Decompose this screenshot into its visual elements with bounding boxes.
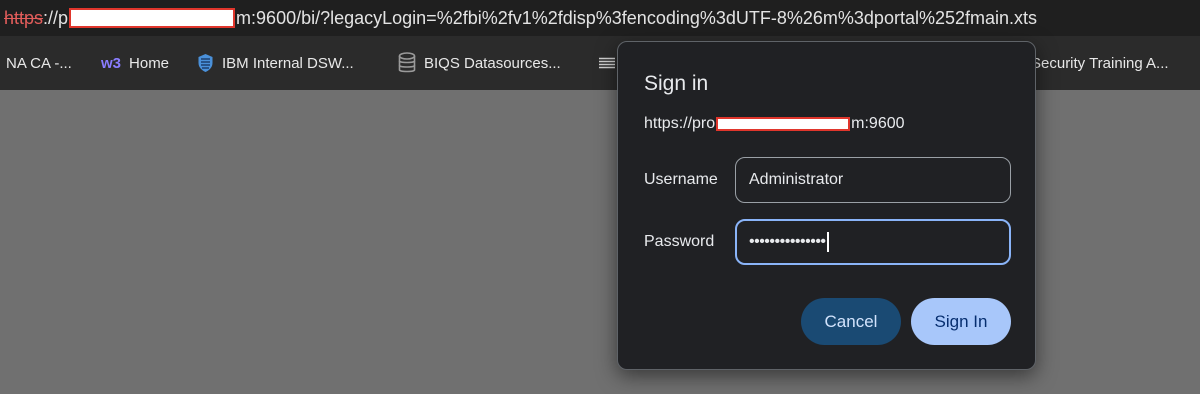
- bookmark-na-ca[interactable]: NA CA -...: [6, 36, 72, 90]
- bookmark-ibm-icon[interactable]: [598, 36, 616, 90]
- redaction-box: [716, 117, 851, 131]
- bookmark-label: Security Training A...: [1031, 54, 1169, 72]
- dialog-origin: https://pro m:9600: [644, 115, 905, 133]
- username-field[interactable]: Administrator: [735, 157, 1011, 203]
- url-host-start: ://p: [43, 7, 69, 28]
- bookmark-home[interactable]: w3 Home: [101, 36, 169, 90]
- cancel-button[interactable]: Cancel: [801, 298, 901, 345]
- text-caret: [826, 232, 829, 252]
- origin-suffix: m:9600: [851, 115, 905, 132]
- bookmark-label: NA CA -...: [6, 54, 72, 72]
- w3-icon: w3: [101, 54, 122, 72]
- origin-prefix: https://pro: [644, 115, 716, 132]
- username-value: Administrator: [749, 171, 844, 188]
- bookmark-label: IBM Internal DSW...: [222, 54, 354, 72]
- bookmark-biqs-datasources[interactable]: BIQS Datasources...: [398, 36, 561, 90]
- password-value: •••••••••••••••: [749, 233, 826, 250]
- redaction-box: [69, 8, 236, 28]
- database-icon: [398, 52, 416, 74]
- address-bar[interactable]: https://p m:9600/bi/?legacyLogin=%2fbi%2f…: [0, 0, 1200, 36]
- url-scheme: https: [4, 7, 44, 28]
- bookmark-ibm-internal-dsw[interactable]: IBM Internal DSW...: [197, 36, 354, 90]
- bookmark-label: BIQS Datasources...: [424, 54, 561, 72]
- bookmark-security-training[interactable]: Security Training A...: [1031, 36, 1169, 90]
- sign-in-dialog: Sign in https://pro m:9600 Username Admin…: [617, 41, 1036, 370]
- url-rest: m:9600/bi/?legacyLogin=%2fbi%2fv1%2fdisp…: [236, 7, 1038, 28]
- sign-in-button[interactable]: Sign In: [911, 298, 1011, 345]
- username-label: Username: [644, 171, 718, 188]
- password-label: Password: [644, 233, 715, 250]
- shield-icon: [197, 53, 214, 73]
- password-field[interactable]: •••••••••••••••: [735, 219, 1011, 265]
- ibm-logo-icon: [598, 57, 616, 69]
- dialog-title: Sign in: [644, 72, 709, 95]
- bookmark-label: Home: [129, 54, 170, 72]
